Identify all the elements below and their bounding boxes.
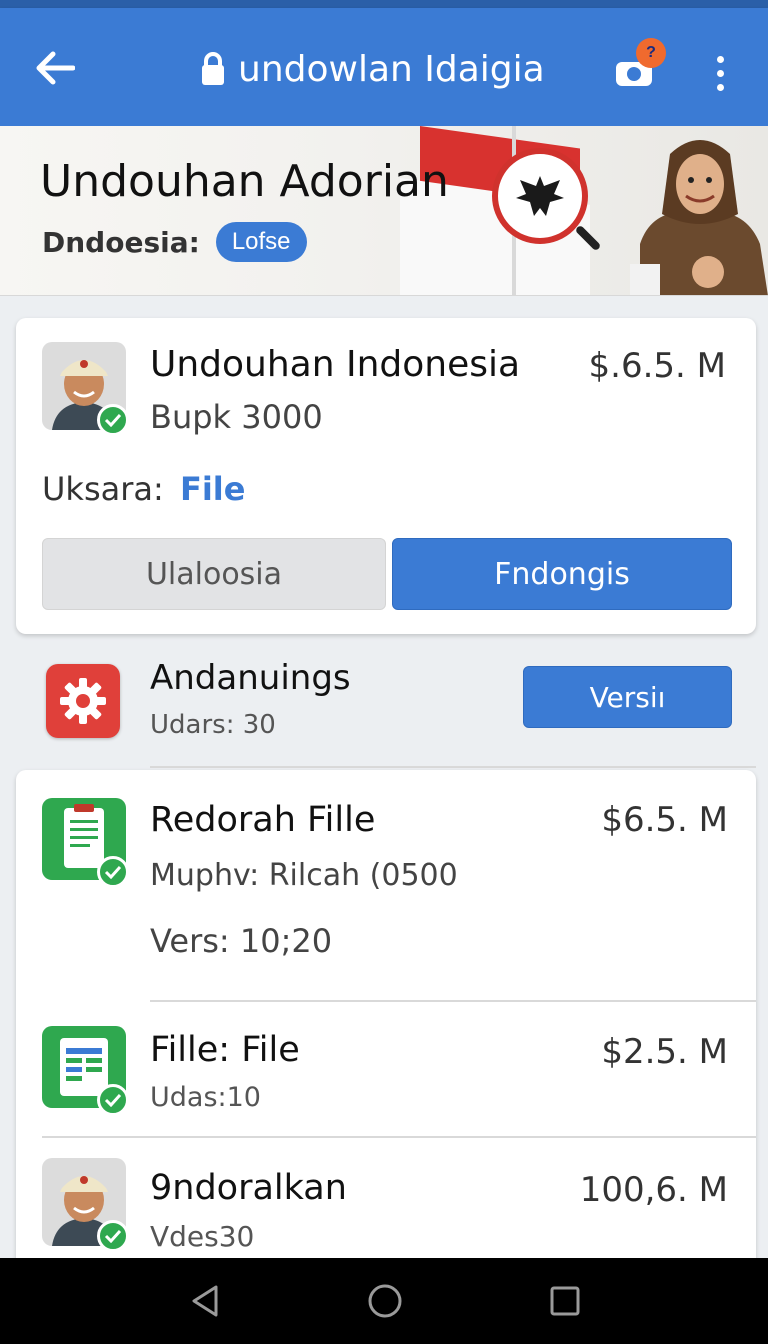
app-bar: undowlan Idaigia ? [0,8,768,126]
featured-card[interactable]: Undouhan Indonesia $.6.5. M Bupk 3000 Uk… [16,318,756,634]
featured-price: $.6.5. M [588,346,726,386]
settings-row-name: Andanuings [150,658,351,698]
more-menu-button[interactable] [700,48,740,98]
list-item[interactable]: Fille: File $2.5. M Udas:10 [16,1002,756,1136]
list-item-price: 100,6. M [579,1170,728,1210]
app-bar-title-group: undowlan Idaigia [200,42,545,96]
garuda-emblem-icon [492,148,588,244]
list-item-name: 9ndoralkan [150,1168,347,1208]
woman-portrait-image [630,140,768,295]
verified-check-icon [97,1084,129,1116]
back-button[interactable] [30,46,80,90]
primary-button[interactable]: Fndongis [392,538,732,610]
featured-label-row: Uksara: File [42,470,245,508]
list-item-detail: Muphv: Rilcah (0500 [150,858,458,893]
verified-check-icon [97,856,129,888]
featured-subtitle: Bupk 3000 [150,398,323,436]
hero-subtitle-row: Dndoesia: Lofse [42,222,307,262]
nav-home-button[interactable] [360,1278,410,1324]
notification-button[interactable]: ? [612,38,666,96]
featured-label: Uksara: [42,470,164,508]
settings-row-subtitle: Udars: 30 [150,710,276,740]
nav-back-button[interactable] [180,1278,230,1324]
hero-pill-badge[interactable]: Lofse [215,222,307,262]
hero-subtitle: Dndoesia: [42,225,200,259]
version-button[interactable]: Versiı [523,666,732,728]
system-navigation-bar [0,1258,768,1344]
list-item-detail: Vdes30 [150,1220,255,1253]
circle-home-icon [368,1284,402,1318]
lock-icon [202,52,224,85]
dot-icon [716,83,724,91]
app-bar-title: undowlan Idaigia [238,48,545,90]
hero-title: Undouhan Adorian [40,156,449,207]
settings-app-icon[interactable] [46,664,120,738]
list-item-price: $6.5. M [601,800,728,840]
list-item-version: Vers: 10;20 [150,922,333,960]
list-item-price: $2.5. M [601,1032,728,1072]
triangle-back-icon [192,1285,218,1317]
notification-badge: ? [636,38,666,68]
featured-label-value[interactable]: File [180,470,246,508]
square-recents-icon [550,1286,580,1316]
secondary-button[interactable]: Ulaloosia [42,538,386,610]
verified-check-icon [97,404,129,436]
gear-icon [60,678,106,724]
featured-avatar [42,342,129,436]
featured-name: Undouhan Indonesia [150,344,521,385]
dot-icon [716,55,724,63]
divider [150,766,756,768]
list-item-name: Redorah Fille [150,800,376,840]
arrow-left-icon [36,51,75,85]
verified-check-icon [97,1220,129,1252]
status-bar [0,0,768,8]
hero-banner: Undouhan Adorian Dndoesia: Lofse [0,126,768,296]
file-list-card: Redorah Fille $6.5. M Muphv: Rilcah (050… [16,770,756,1270]
list-item[interactable]: 9ndoralkan 100,6. M Vdes30 [16,1138,756,1270]
list-item-name: Fille: File [150,1030,300,1070]
dot-icon [716,69,724,77]
spreadsheet-app-icon [42,1026,129,1116]
list-item-detail: Udas:10 [150,1082,261,1113]
document-app-icon [42,798,129,888]
user-avatar [42,1158,129,1252]
list-item[interactable]: Redorah Fille $6.5. M Muphv: Rilcah (050… [16,770,756,1002]
nav-recents-button[interactable] [540,1278,590,1324]
